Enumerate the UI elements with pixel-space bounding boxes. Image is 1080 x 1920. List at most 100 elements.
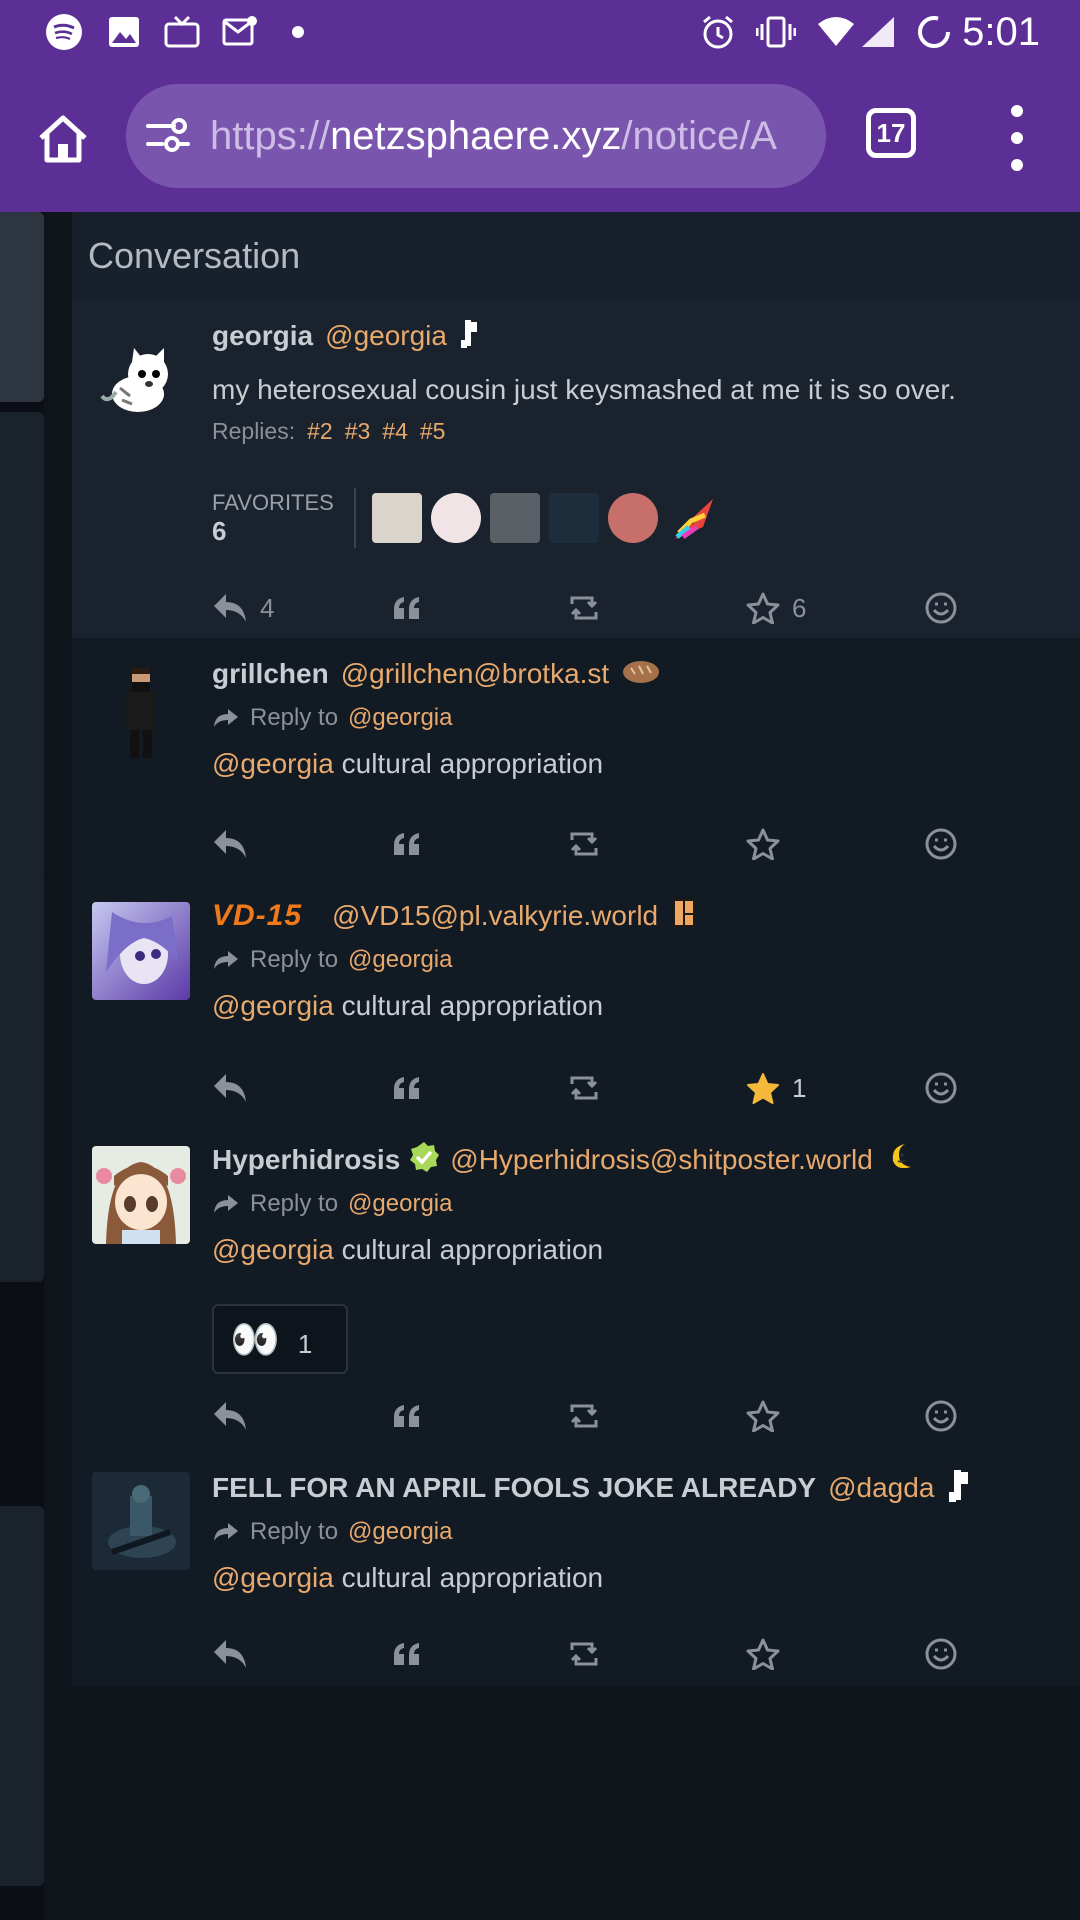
tab-switcher-button[interactable]: 17 <box>866 108 916 158</box>
quote-button[interactable] <box>392 1634 422 1674</box>
favorite-button[interactable]: 1 <box>746 1068 806 1108</box>
favorites-label: FAVORITES <box>212 489 334 515</box>
smile-icon <box>925 592 957 624</box>
name-line: grillchen @grillchen@brotka.st <box>212 654 1060 694</box>
moon-emoji-icon <box>885 1141 917 1180</box>
tab-count: 17 <box>876 117 906 148</box>
display-name[interactable]: Hyperhidrosis <box>212 1144 400 1176</box>
site-settings-icon[interactable] <box>144 112 192 160</box>
reply-count: 4 <box>260 592 275 623</box>
reply-arrow-icon <box>214 1195 238 1213</box>
avatar[interactable] <box>92 1146 190 1244</box>
reply-button[interactable] <box>212 1396 248 1436</box>
reply-button[interactable] <box>212 1634 248 1674</box>
user-handle[interactable]: @dagda <box>828 1472 934 1504</box>
name-line: georgia @georgia <box>212 316 1060 356</box>
user-handle[interactable]: @grillchen@brotka.st <box>341 658 610 690</box>
reply-to-user[interactable]: @georgia <box>348 1518 452 1546</box>
avatar[interactable] <box>92 1472 190 1570</box>
display-name[interactable]: VD-15 <box>212 899 302 933</box>
user-handle[interactable]: @Hyperhidrosis@shitposter.world <box>450 1144 873 1176</box>
reply-to-user[interactable]: @georgia <box>348 704 452 732</box>
react-button[interactable] <box>924 824 958 864</box>
react-button[interactable] <box>924 1396 958 1436</box>
mention-link[interactable]: @georgia <box>212 990 334 1021</box>
post-actions <box>212 1396 1012 1436</box>
image-icon <box>104 12 144 52</box>
conversation-panel: Conversation georgia @georgia my heteros… <box>72 212 1080 1686</box>
reply-to: Reply to @georgia <box>212 1186 1060 1222</box>
status-post: georgia @georgia my heterosexual cousin … <box>72 300 1080 638</box>
home-button[interactable] <box>28 104 98 174</box>
reply-icon <box>214 1402 246 1430</box>
repeat-button[interactable] <box>566 824 602 864</box>
reply-link[interactable]: #5 <box>420 418 446 445</box>
reply-icon <box>214 1074 246 1102</box>
smile-icon <box>925 1400 957 1432</box>
quote-button[interactable] <box>392 588 422 628</box>
vibrate-icon <box>756 12 796 52</box>
favorite-button[interactable] <box>746 824 780 864</box>
avatar[interactable] <box>92 902 190 1000</box>
favoriter-avatar[interactable] <box>667 493 717 543</box>
dot-icon <box>278 12 318 52</box>
quote-button[interactable] <box>392 1396 422 1436</box>
reply-button[interactable]: 4 <box>212 588 274 628</box>
favoriter-avatar[interactable] <box>548 493 599 543</box>
display-name[interactable]: grillchen <box>212 658 329 690</box>
reply-to-user[interactable]: @georgia <box>348 946 452 974</box>
user-handle[interactable]: @georgia <box>325 320 447 352</box>
react-button[interactable] <box>924 1634 958 1674</box>
mention-link[interactable]: @georgia <box>212 1234 334 1265</box>
eyes-emoji-icon: 👀 <box>230 1317 280 1362</box>
reply-icon <box>214 1640 246 1668</box>
favorite-button[interactable] <box>746 1396 780 1436</box>
user-handle[interactable]: @VD15@pl.valkyrie.world <box>332 900 658 932</box>
repeat-button[interactable] <box>566 1634 602 1674</box>
favoriter-avatar[interactable] <box>607 493 658 543</box>
repeat-button[interactable] <box>566 588 602 628</box>
quote-button[interactable] <box>392 824 422 864</box>
repeat-button[interactable] <box>566 1396 602 1436</box>
display-name[interactable]: FELL FOR AN APRIL FOOLS JOKE ALREADY <box>212 1472 816 1504</box>
post-actions: 4 6 <box>212 588 1012 628</box>
reply-button[interactable] <box>212 824 248 864</box>
react-button[interactable] <box>924 588 958 628</box>
reply-icon <box>214 830 246 858</box>
emoji-reaction[interactable]: 👀 1 <box>212 1304 348 1374</box>
repeat-button[interactable] <box>566 1068 602 1108</box>
favoriter-avatar[interactable] <box>489 493 540 543</box>
display-name[interactable]: georgia <box>212 320 313 352</box>
favoriter-avatar[interactable] <box>430 493 481 543</box>
reply-link[interactable]: #2 <box>307 418 333 445</box>
avatar[interactable] <box>92 664 190 762</box>
repeat-icon <box>570 1642 598 1666</box>
favorite-button[interactable]: 6 <box>746 588 806 628</box>
avatar[interactable] <box>92 334 190 432</box>
mention-link[interactable]: @georgia <box>212 748 334 779</box>
favorite-button[interactable] <box>746 1634 780 1674</box>
alarm-icon <box>698 12 738 52</box>
address-bar[interactable]: https://netzsphaere.xyz/notice/A <box>126 84 826 188</box>
react-button[interactable] <box>924 1068 958 1108</box>
post-actions <box>212 1634 1012 1674</box>
smile-icon <box>925 828 957 860</box>
background-sidebar <box>0 212 44 1920</box>
reply-button[interactable] <box>212 1068 248 1108</box>
overflow-menu-button[interactable] <box>995 98 1039 178</box>
name-line: FELL FOR AN APRIL FOOLS JOKE ALREADY @da… <box>212 1468 1060 1508</box>
mention-link[interactable]: @georgia <box>212 1562 334 1593</box>
star-icon <box>746 1638 780 1670</box>
quote-button[interactable] <box>392 1068 422 1108</box>
post-actions <box>212 824 1012 864</box>
repeat-icon <box>570 1404 598 1428</box>
quote-icon <box>394 1405 419 1427</box>
status-body: cultural appropriation <box>333 1562 604 1593</box>
status-post: Hyperhidrosis @Hyperhidrosis@shitposter.… <box>72 1126 1080 1454</box>
reply-to-user[interactable]: @georgia <box>348 1190 452 1218</box>
repeat-icon <box>570 596 598 620</box>
reply-link[interactable]: #4 <box>382 418 408 445</box>
favoriter-avatar[interactable] <box>371 493 422 543</box>
signal-icon <box>858 12 898 52</box>
reply-link[interactable]: #3 <box>345 418 371 445</box>
